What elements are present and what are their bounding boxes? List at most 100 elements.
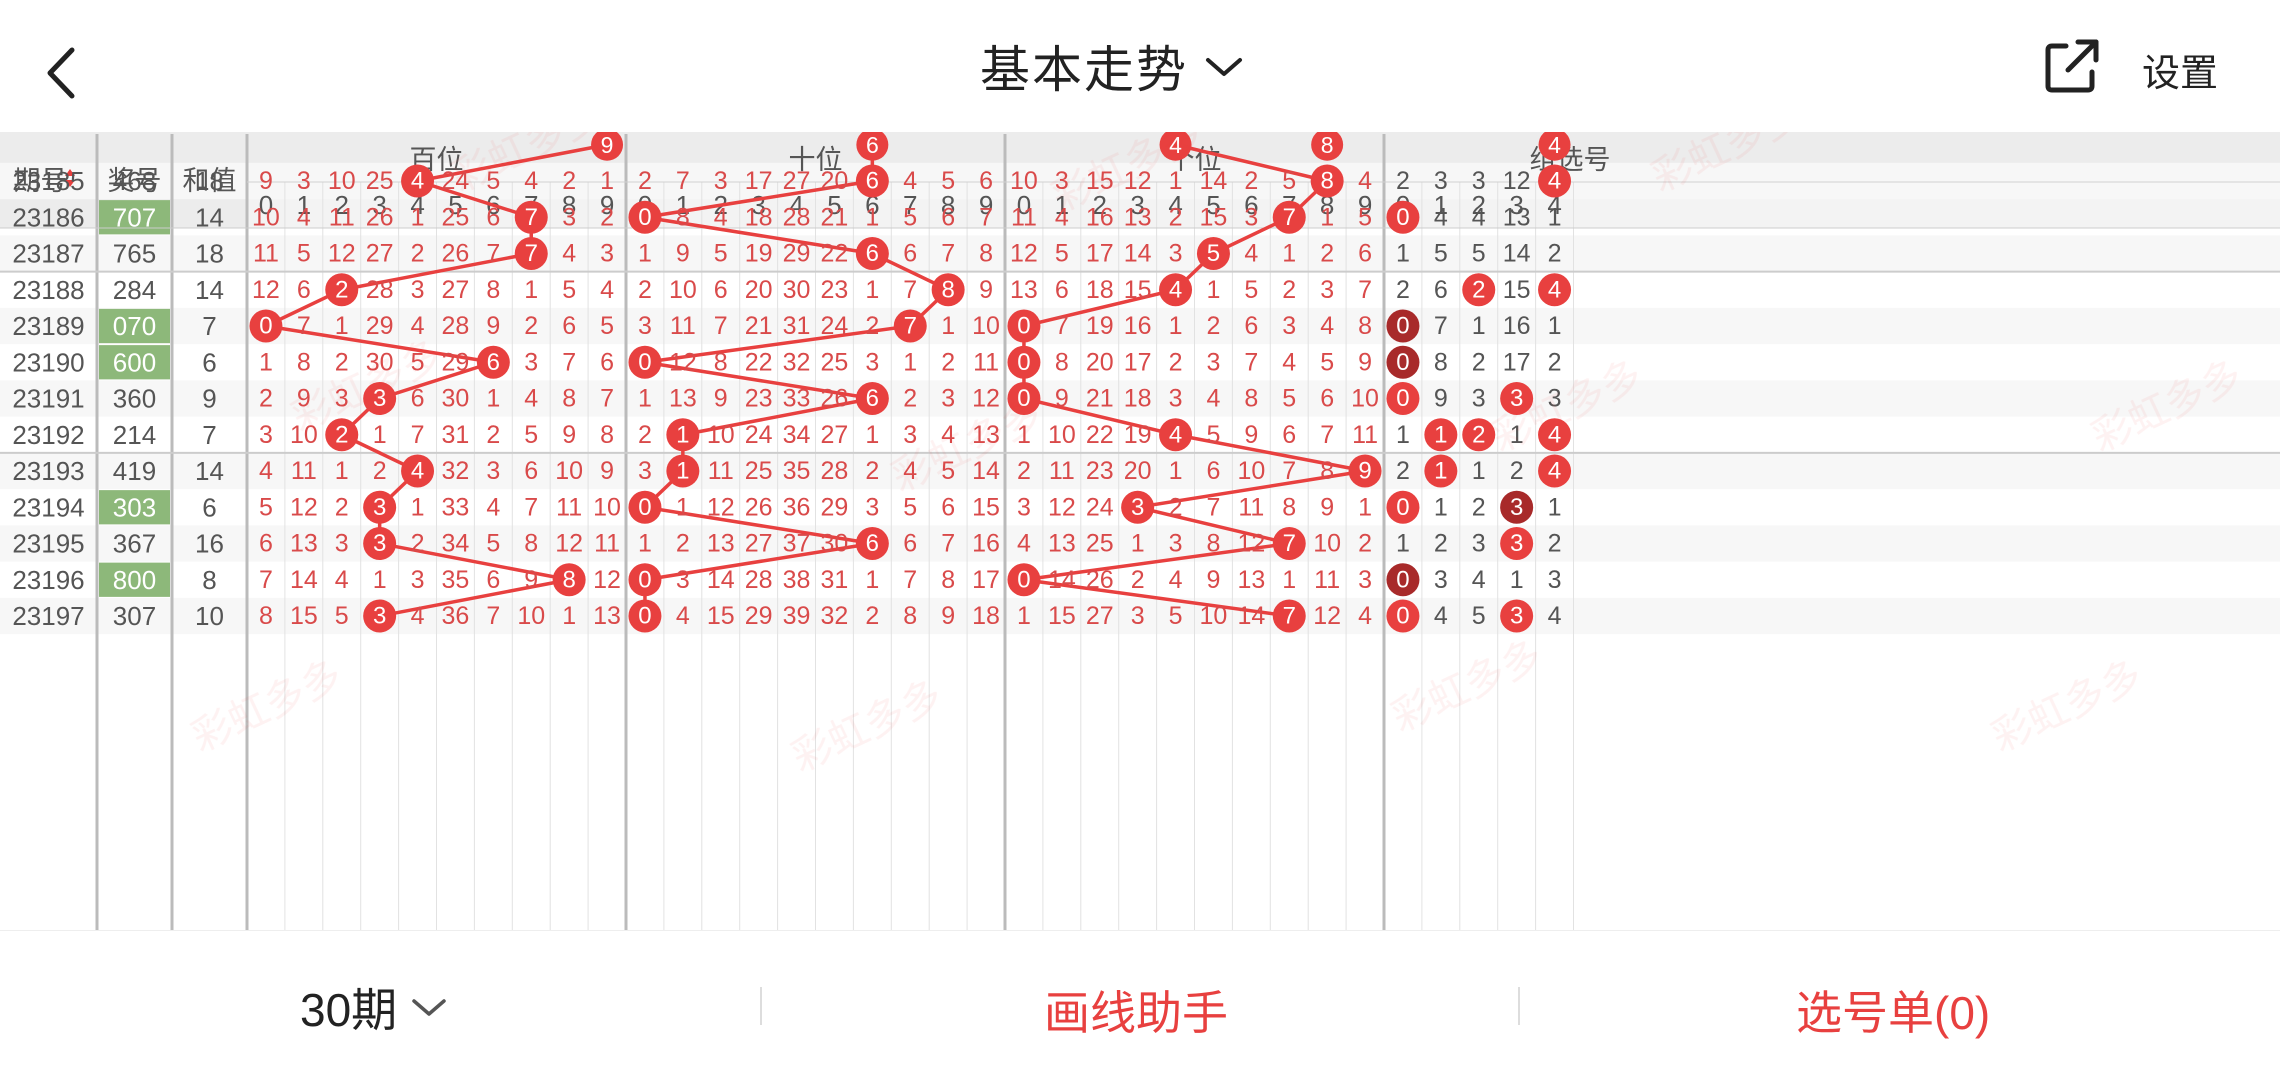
sum-cell: 14 bbox=[195, 275, 224, 305]
ball-label: 4 bbox=[411, 458, 424, 485]
miss-count: 3 bbox=[524, 348, 538, 376]
winning-number-cell: 284 bbox=[113, 275, 156, 305]
miss-count: 10 bbox=[1200, 602, 1228, 630]
miss-count: 6 bbox=[1282, 421, 1296, 449]
miss-count: 4 bbox=[297, 203, 311, 231]
miss-count: 7 bbox=[1358, 276, 1372, 304]
settings-button[interactable]: 设置 bbox=[2142, 42, 2218, 97]
miss-count: 7 bbox=[941, 240, 955, 268]
miss-count: 7 bbox=[600, 385, 614, 413]
miss-count: 9 bbox=[562, 421, 576, 449]
miss-count: 11 bbox=[594, 530, 620, 558]
miss-count: 19 bbox=[1086, 312, 1114, 340]
ball-label: 7 bbox=[525, 204, 538, 231]
miss-count: 10 bbox=[1351, 385, 1379, 413]
miss-count: 10 bbox=[972, 312, 1000, 340]
miss-count: 26 bbox=[366, 203, 394, 231]
miss-count: 1 bbox=[1320, 203, 1334, 231]
miss-count: 6 bbox=[524, 457, 538, 485]
group-count: 5 bbox=[1472, 602, 1486, 630]
miss-count: 2 bbox=[865, 602, 879, 630]
miss-count: 2 bbox=[638, 276, 652, 304]
miss-count: 23 bbox=[821, 276, 849, 304]
group-count: 6 bbox=[1434, 276, 1448, 304]
share-button[interactable] bbox=[2040, 34, 2104, 98]
ball-label: 0 bbox=[1396, 494, 1409, 521]
miss-count: 9 bbox=[486, 312, 500, 340]
miss-count: 18 bbox=[972, 602, 1000, 630]
ball-label: 4 bbox=[1169, 276, 1182, 303]
selection-list-button[interactable]: 选号单(0) bbox=[1796, 977, 1990, 1043]
miss-count: 1 bbox=[1169, 312, 1183, 340]
ball-label: 2 bbox=[1472, 421, 1485, 448]
ball-label: 0 bbox=[1396, 385, 1409, 412]
miss-count: 6 bbox=[1055, 276, 1069, 304]
miss-count: 2 bbox=[335, 493, 349, 521]
group-count: 5 bbox=[1472, 240, 1486, 268]
trend-table-svg: 期号奖号和值百位0123456789十位0123456789个位01234567… bbox=[0, 132, 2280, 930]
group-count: 9 bbox=[1434, 385, 1448, 413]
table-row: 23194 303 6 5 12 2 3 1 33 4 7 11 10 0 1 12 26 36 29 3 5 6 15 3 1… bbox=[12, 490, 1562, 524]
miss-count: 2 bbox=[1131, 566, 1145, 594]
miss-count: 3 bbox=[259, 421, 273, 449]
miss-count: 3 bbox=[865, 348, 879, 376]
miss-count: 5 bbox=[941, 167, 955, 195]
ball-label: 4 bbox=[411, 168, 424, 195]
miss-count: 32 bbox=[442, 457, 470, 485]
miss-count: 2 bbox=[411, 530, 425, 558]
miss-count: 6 bbox=[979, 167, 993, 195]
miss-count: 12 bbox=[707, 493, 735, 521]
miss-count: 8 bbox=[1055, 348, 1069, 376]
miss-count: 28 bbox=[745, 566, 773, 594]
chart-type-selector[interactable]: 基本走势 bbox=[980, 30, 1300, 102]
miss-count: 4 bbox=[1206, 385, 1220, 413]
miss-count: 1 bbox=[941, 312, 955, 340]
issue-cell: 23195 bbox=[12, 529, 84, 559]
miss-count: 4 bbox=[259, 457, 273, 485]
miss-count: 5 bbox=[714, 240, 728, 268]
period-selector[interactable]: 30期 bbox=[300, 977, 447, 1037]
draw-helper-button[interactable]: 画线助手 bbox=[1044, 977, 1228, 1043]
sum-cell: 10 bbox=[195, 601, 224, 631]
group-count: 2 bbox=[1548, 530, 1562, 558]
miss-count: 34 bbox=[442, 530, 470, 558]
ball-label: 0 bbox=[259, 313, 272, 340]
miss-count: 1 bbox=[1282, 566, 1296, 594]
back-button[interactable] bbox=[38, 30, 98, 102]
miss-count: 6 bbox=[1244, 312, 1258, 340]
miss-count: 3 bbox=[411, 276, 425, 304]
miss-count: 17 bbox=[745, 167, 773, 195]
miss-count: 26 bbox=[1086, 566, 1114, 594]
miss-count: 3 bbox=[676, 566, 690, 594]
miss-count: 1 bbox=[486, 385, 500, 413]
miss-count: 28 bbox=[821, 457, 849, 485]
miss-count: 5 bbox=[1169, 602, 1183, 630]
miss-count: 2 bbox=[903, 385, 917, 413]
miss-count: 9 bbox=[259, 167, 273, 195]
miss-count: 31 bbox=[783, 312, 811, 340]
miss-count: 4 bbox=[411, 602, 425, 630]
miss-count: 12 bbox=[669, 348, 697, 376]
ball-label: 0 bbox=[1017, 349, 1030, 376]
ball-label: 0 bbox=[638, 603, 651, 630]
group-count: 1 bbox=[1548, 493, 1562, 521]
miss-count: 1 bbox=[865, 203, 879, 231]
miss-count: 18 bbox=[1124, 385, 1152, 413]
miss-count: 11 bbox=[1314, 566, 1340, 594]
miss-count: 21 bbox=[1086, 385, 1114, 413]
ball-label: 3 bbox=[1510, 530, 1523, 557]
miss-count: 4 bbox=[1358, 167, 1372, 195]
ball-label: 8 bbox=[1321, 132, 1334, 158]
sum-cell: 18 bbox=[195, 166, 224, 196]
miss-count: 13 bbox=[290, 530, 318, 558]
miss-count: 3 bbox=[714, 167, 728, 195]
miss-count: 4 bbox=[903, 167, 917, 195]
miss-count: 14 bbox=[707, 566, 735, 594]
miss-count: 1 bbox=[638, 240, 652, 268]
miss-count: 19 bbox=[1124, 421, 1152, 449]
miss-count: 5 bbox=[1055, 240, 1069, 268]
miss-count: 9 bbox=[600, 457, 614, 485]
trend-chart[interactable]: 期号奖号和值百位0123456789十位0123456789个位01234567… bbox=[0, 132, 2280, 930]
issue-cell: 23187 bbox=[12, 239, 84, 269]
miss-count: 38 bbox=[783, 566, 811, 594]
